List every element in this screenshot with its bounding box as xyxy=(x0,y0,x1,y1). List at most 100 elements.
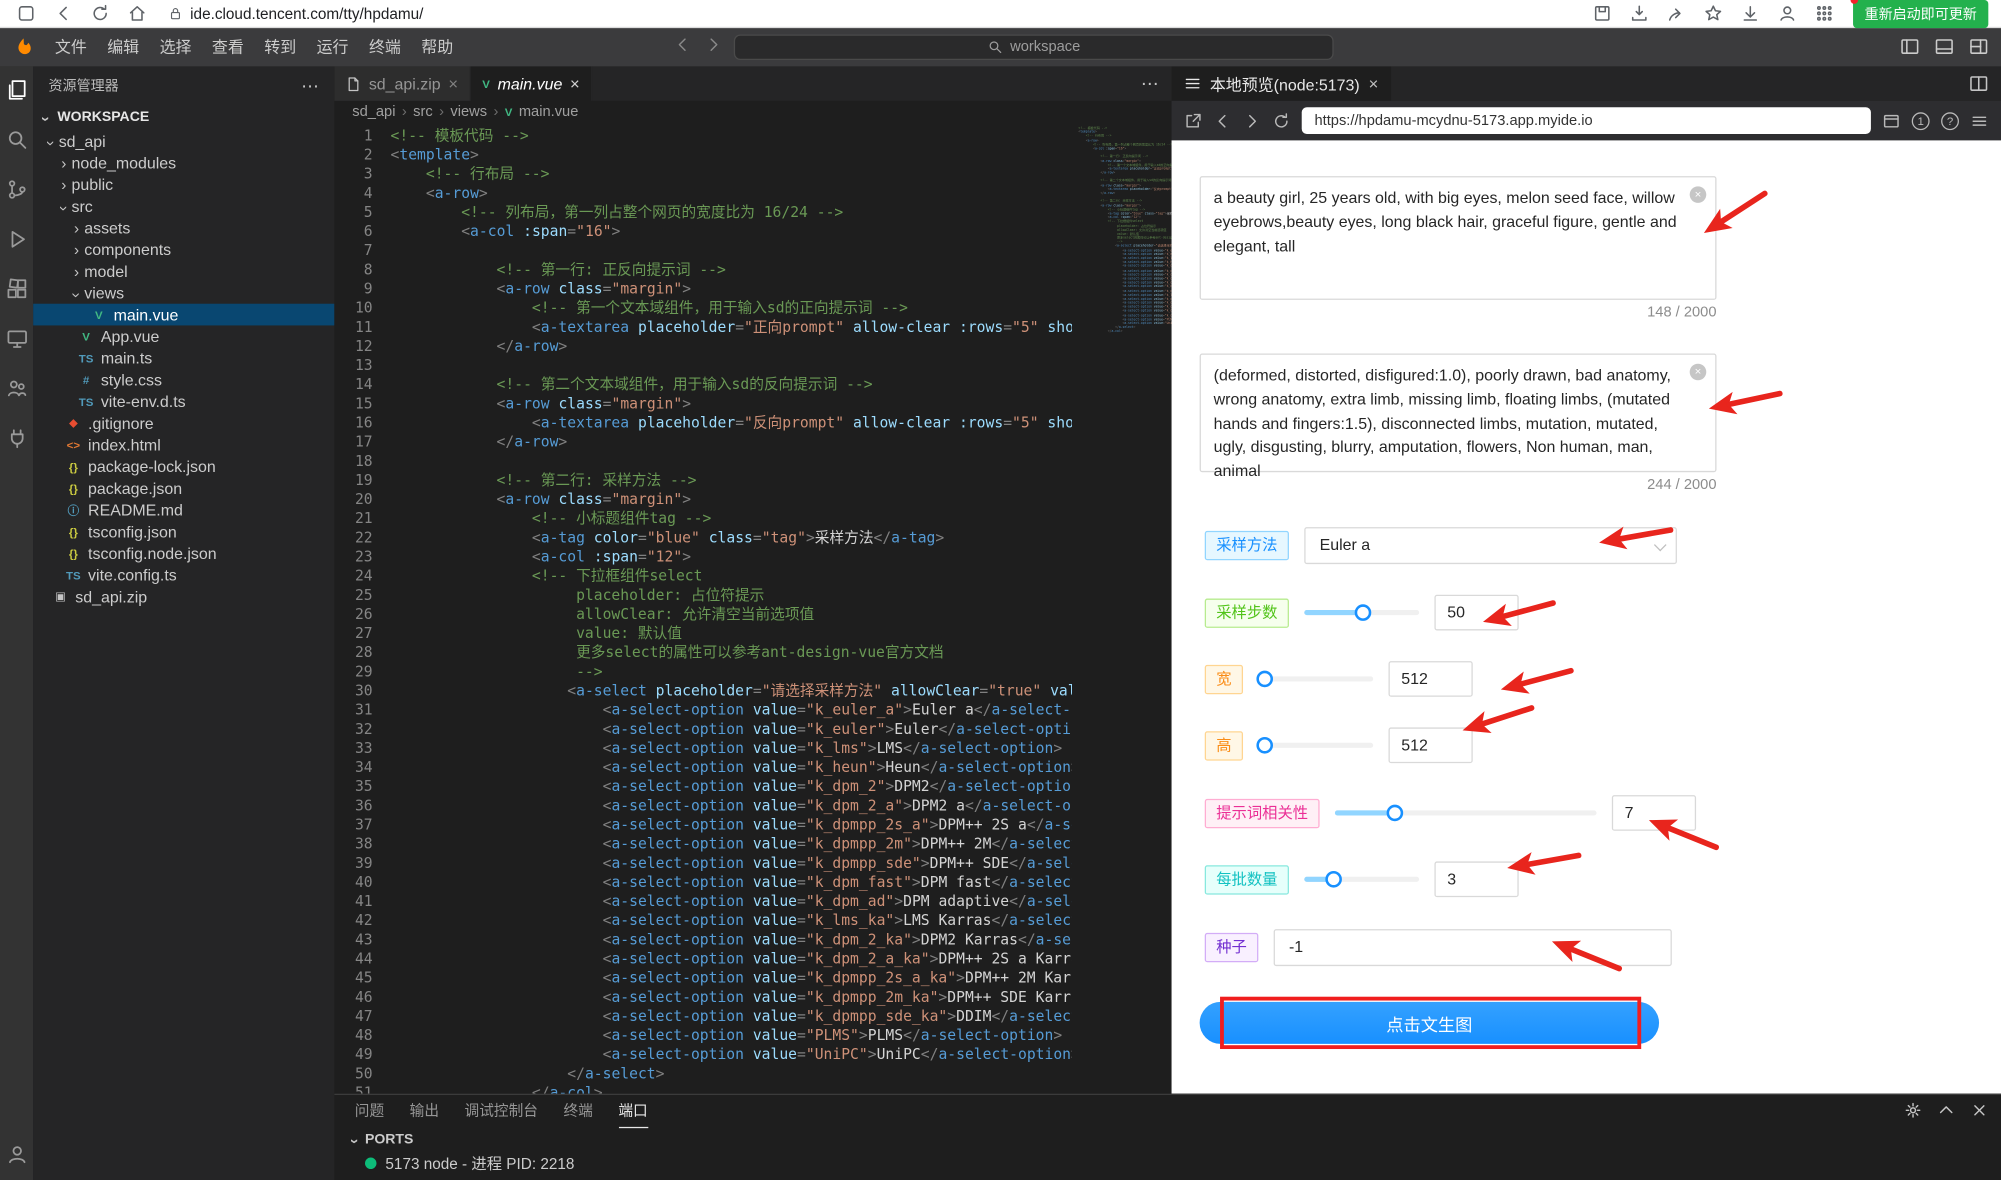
toggle-panel-icon[interactable] xyxy=(1935,37,1954,56)
search-sidebar-icon[interactable] xyxy=(6,129,28,151)
slider-handle[interactable] xyxy=(1387,805,1404,822)
split-editor-icon[interactable] xyxy=(1969,72,1988,95)
share-icon[interactable] xyxy=(1667,4,1686,23)
code-line[interactable]: 37 <a-select-option value="k_dpmpp_2s_a"… xyxy=(334,815,1072,834)
code-line[interactable]: 41 <a-select-option value="k_dpm_ad">DPM… xyxy=(334,892,1072,911)
browser-panel-icon[interactable] xyxy=(17,4,36,23)
file-package.json[interactable]: {}package.json xyxy=(33,477,334,499)
breadcrumb-item[interactable]: main.vue xyxy=(519,105,579,120)
code-line[interactable]: 45 <a-select-option value="k_dpmpp_2s_a_… xyxy=(334,969,1072,988)
code-line[interactable]: 19 <!-- 第二行: 采样方法 --> xyxy=(334,471,1072,490)
code-line[interactable]: 4 <a-row> xyxy=(334,184,1072,203)
nav-forward-icon[interactable] xyxy=(704,36,722,54)
restart-update-button[interactable]: 重新启动即可更新 xyxy=(1853,0,1988,27)
download-icon[interactable] xyxy=(1741,4,1760,23)
port-row[interactable]: 5173 node - 进程 PID: 2218 xyxy=(334,1151,2001,1174)
code-line[interactable]: 11 <a-textarea placeholder="正向prompt" al… xyxy=(334,318,1072,337)
preview-refresh-icon[interactable] xyxy=(1272,112,1290,130)
source-control-icon[interactable] xyxy=(6,179,28,201)
code-line[interactable]: 28 更多select的属性可以参考ant-design-vue官方文档 xyxy=(334,643,1072,662)
code-line[interactable]: 14 <!-- 第二个文本域组件，用于输入sd的反向提示词 --> xyxy=(334,375,1072,394)
code-line[interactable]: 26 allowClear: 允许清空当前选项值 xyxy=(334,605,1072,624)
menu-转到[interactable]: 转到 xyxy=(254,28,306,66)
layout-icon[interactable] xyxy=(1969,37,1988,56)
cfg-slider[interactable] xyxy=(1335,804,1597,822)
sampler-select[interactable]: Euler a xyxy=(1304,526,1677,563)
slider-handle[interactable] xyxy=(1355,604,1372,621)
clear-icon[interactable]: × xyxy=(1690,364,1707,381)
file-sd_api.zip[interactable]: ▣sd_api.zip xyxy=(33,586,334,608)
file-index.html[interactable]: <>index.html xyxy=(33,434,334,456)
nav-back-icon[interactable] xyxy=(674,36,692,54)
code-line[interactable]: 17 </a-row> xyxy=(334,433,1072,452)
tab-sd-api-zip[interactable]: sd_api.zip × xyxy=(334,66,470,100)
editor-more-icon[interactable]: ⋯ xyxy=(1141,73,1159,95)
folder-sd_api[interactable]: ›sd_api xyxy=(33,130,334,152)
code-line[interactable]: 34 <a-select-option value="k_heun">Heun<… xyxy=(334,758,1072,777)
code-line[interactable]: 23 <a-col :span="12"> xyxy=(334,547,1072,566)
devtools-icon[interactable] xyxy=(1882,112,1900,130)
menu-终端[interactable]: 终端 xyxy=(359,28,411,66)
open-external-icon[interactable] xyxy=(1184,112,1202,130)
preview-tab[interactable]: 本地预览(node:5173) × xyxy=(1172,66,1392,100)
code-line[interactable]: 31 <a-select-option value="k_euler_a">Eu… xyxy=(334,701,1072,720)
save-page-icon[interactable] xyxy=(1593,4,1612,23)
file-tsconfig.json[interactable]: {}tsconfig.json xyxy=(33,521,334,543)
code-line[interactable]: 30 <a-select placeholder="请选择采样方法" allow… xyxy=(334,681,1072,700)
steps-input[interactable] xyxy=(1434,595,1518,631)
preview-forward-icon[interactable] xyxy=(1243,112,1261,130)
negative-prompt-textarea[interactable]: (deformed, distorted, disfigured:1.0), p… xyxy=(1200,354,1717,473)
menu-运行[interactable]: 运行 xyxy=(306,28,358,66)
code-line[interactable]: 44 <a-select-option value="k_dpm_2_a_ka"… xyxy=(334,949,1072,968)
panel-tab-问题[interactable]: 问题 xyxy=(355,1095,384,1128)
generate-button[interactable]: 点击文生图 xyxy=(1200,1002,1659,1044)
code-line[interactable]: 50 </a-select> xyxy=(334,1064,1072,1083)
tab-main-vue[interactable]: V main.vue × xyxy=(471,66,593,100)
width-input[interactable] xyxy=(1389,661,1473,697)
toggle-sidebar-icon[interactable] xyxy=(1900,37,1919,56)
code-line[interactable]: 47 <a-select-option value="k_dpmpp_sde_k… xyxy=(334,1007,1072,1026)
remote-explorer-icon[interactable] xyxy=(6,328,28,350)
code-line[interactable]: 8 <!-- 第一行: 正反向提示词 --> xyxy=(334,260,1072,279)
code-line[interactable]: 46 <a-select-option value="k_dpmpp_2m_ka… xyxy=(334,988,1072,1007)
seed-input[interactable] xyxy=(1274,928,1672,965)
code-line[interactable]: 7 xyxy=(334,241,1072,260)
folder-node_modules[interactable]: ›node_modules xyxy=(33,152,334,174)
code-line[interactable]: 16 <a-textarea placeholder="反向prompt" al… xyxy=(334,413,1072,432)
file-.gitignore[interactable]: ◆.gitignore xyxy=(33,412,334,434)
account-icon[interactable] xyxy=(6,1143,28,1165)
sidebar-more-icon[interactable]: ⋯ xyxy=(301,75,319,97)
explorer-icon[interactable] xyxy=(6,79,28,101)
file-README.md[interactable]: ⓘREADME.md xyxy=(33,499,334,521)
code-line[interactable]: 38 <a-select-option value="k_dpmpp_2m">D… xyxy=(334,835,1072,854)
file-vite-env.d.ts[interactable]: TSvite-env.d.ts xyxy=(33,391,334,413)
code-line[interactable]: 15 <a-row class="margin"> xyxy=(334,394,1072,413)
breadcrumb-item[interactable]: sd_api xyxy=(352,105,395,120)
code-line[interactable]: 3 <!-- 行布局 --> xyxy=(334,165,1072,184)
code-line[interactable]: 51 </a-col> xyxy=(334,1083,1072,1093)
clear-icon[interactable]: × xyxy=(1690,186,1707,203)
menu-帮助[interactable]: 帮助 xyxy=(411,28,463,66)
code-line[interactable]: 48 <a-select-option value="PLMS">PLMS</a… xyxy=(334,1026,1072,1045)
panel-tab-调试控制台[interactable]: 调试控制台 xyxy=(465,1095,538,1128)
run-debug-icon[interactable] xyxy=(6,228,28,250)
height-slider[interactable] xyxy=(1258,736,1373,754)
code-line[interactable]: 6 <a-col :span="16"> xyxy=(334,222,1072,241)
code-line[interactable]: 25 placeholder: 占位符提示 xyxy=(334,586,1072,605)
slider-handle[interactable] xyxy=(1325,871,1342,888)
help-icon[interactable]: ? xyxy=(1941,112,1959,130)
notification-badge[interactable]: 1 xyxy=(1912,112,1930,130)
file-style.css[interactable]: #style.css xyxy=(33,369,334,391)
positive-prompt-textarea[interactable]: a beauty girl, 25 years old, with big ey… xyxy=(1200,176,1717,300)
code-line[interactable]: 22 <a-tag color="blue" class="tag">采样方法<… xyxy=(334,528,1072,547)
code-line[interactable]: 10 <!-- 第一个文本域组件，用于输入sd的正向提示词 --> xyxy=(334,299,1072,318)
height-input[interactable] xyxy=(1389,727,1473,763)
code-line[interactable]: 42 <a-select-option value="k_lms_ka">LMS… xyxy=(334,911,1072,930)
install-icon[interactable] xyxy=(1630,4,1649,23)
code-editor[interactable]: 1<!-- 模板代码 -->2<template>3 <!-- 行布局 -->4… xyxy=(334,124,1171,1094)
folder-views[interactable]: ›views xyxy=(33,282,334,304)
batch-input[interactable] xyxy=(1434,861,1518,897)
folder-public[interactable]: ›public xyxy=(33,174,334,196)
menu-查看[interactable]: 查看 xyxy=(202,28,254,66)
menu-文件[interactable]: 文件 xyxy=(45,28,97,66)
